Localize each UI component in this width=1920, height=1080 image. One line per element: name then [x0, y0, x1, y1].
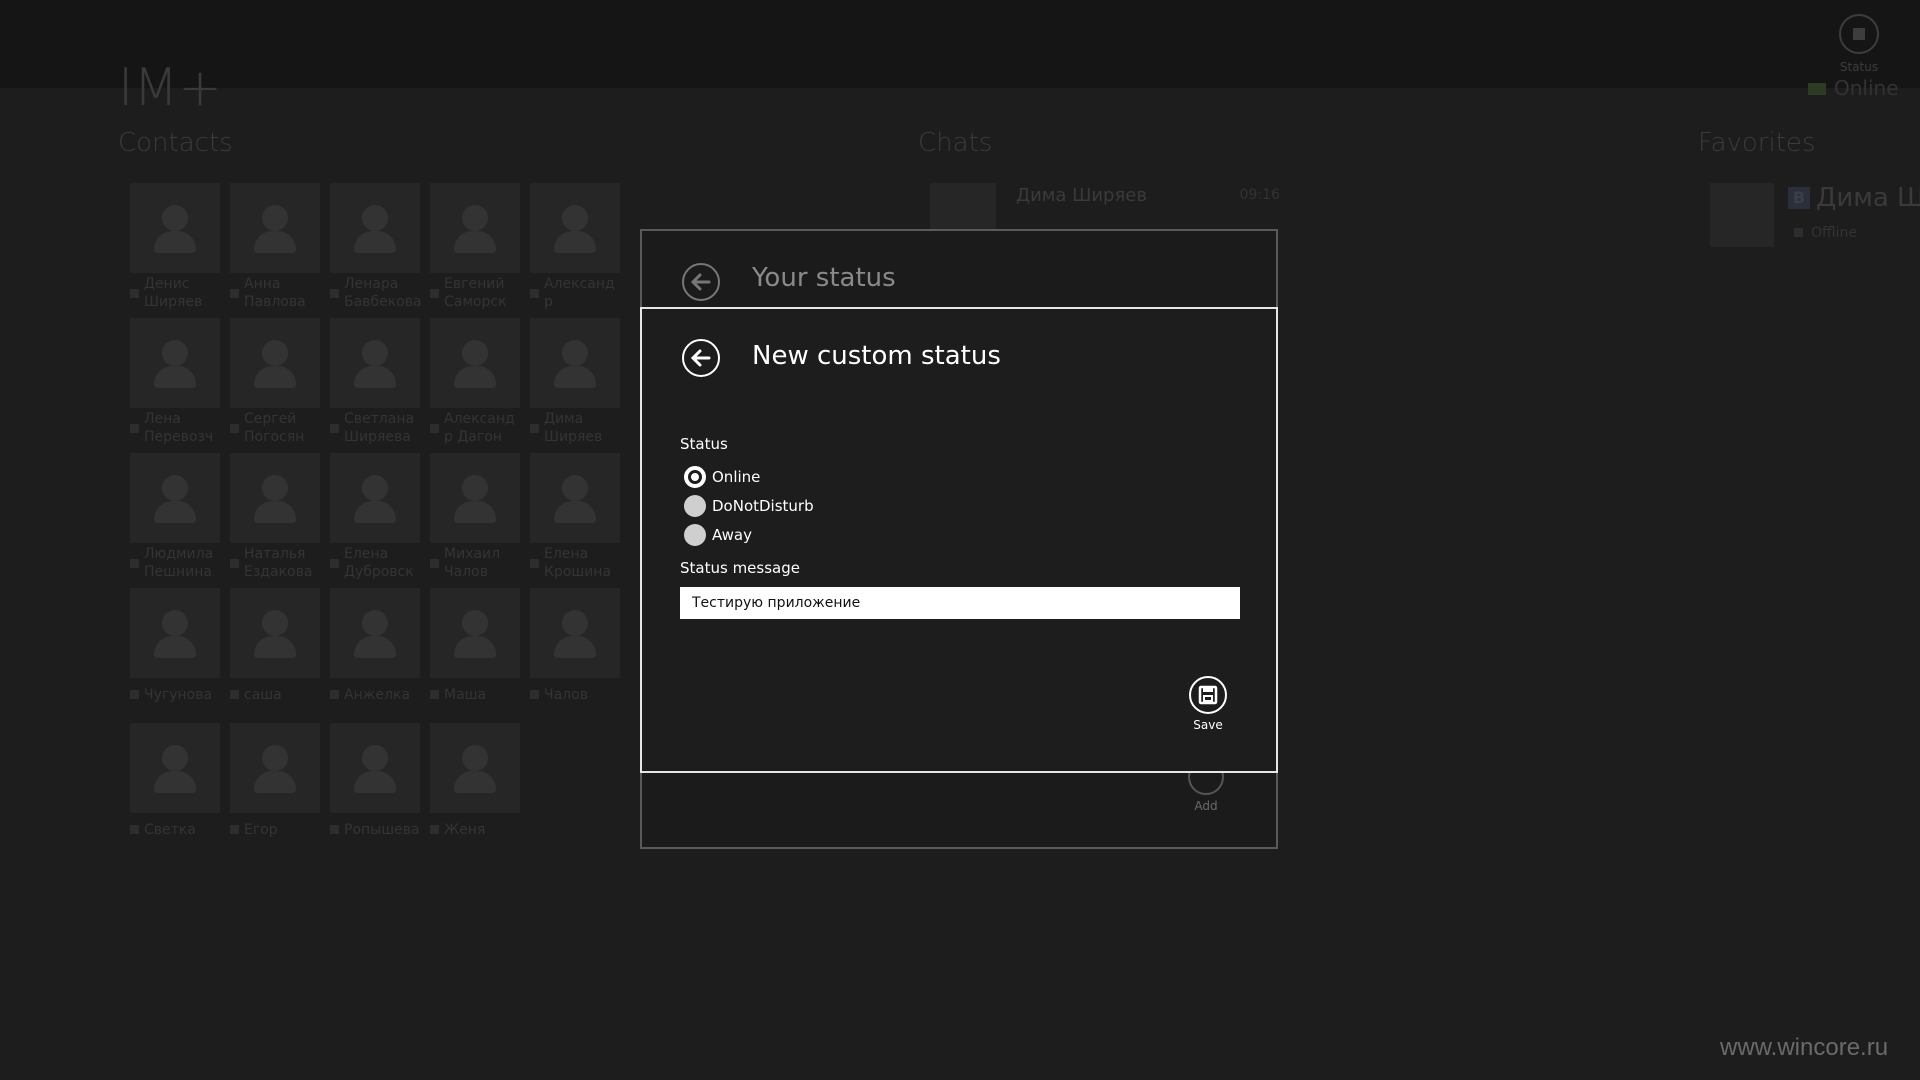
radio-selected-icon: [684, 466, 706, 488]
avatar-icon: [230, 183, 320, 273]
radio-unselected-icon: [684, 495, 706, 517]
favorite-item[interactable]: В Дима Ши Offline: [1710, 183, 1920, 253]
avatar-icon: [330, 588, 420, 678]
avatar-icon: [130, 453, 220, 543]
chat-time: 09:16: [1239, 187, 1280, 203]
favorite-status: Offline: [1794, 225, 1862, 241]
back-button[interactable]: [682, 263, 720, 301]
contact-tile[interactable]: Маша: [430, 588, 520, 703]
save-floppy-icon: [1189, 676, 1227, 714]
avatar-icon: [230, 723, 320, 813]
avatar-icon: [130, 318, 220, 408]
status-appbar-label: Status: [1839, 60, 1879, 74]
contact-tile[interactable]: Денис Ширяев: [130, 183, 220, 310]
radio-unselected-icon: [684, 524, 706, 546]
contact-tile[interactable]: Женя: [430, 723, 520, 838]
app-title: IM+: [118, 58, 222, 118]
contact-tile[interactable]: Чалов: [530, 588, 620, 703]
contact-tile[interactable]: Егор: [230, 723, 320, 838]
avatar-icon: [1710, 183, 1774, 247]
favorites-section-title: Favorites: [1698, 128, 1816, 158]
avatar-icon: [530, 453, 620, 543]
avatar-icon: [230, 588, 320, 678]
status-appbar-button[interactable]: Status: [1838, 14, 1880, 74]
avatar-icon: [130, 588, 220, 678]
contact-tile[interactable]: Михаил Чалов: [430, 453, 520, 580]
contact-tile[interactable]: Ропышева: [330, 723, 420, 838]
your-status-header: Your status: [642, 231, 1276, 309]
avatar-icon: [130, 723, 220, 813]
contact-tile[interactable]: Чугунова: [130, 588, 220, 703]
contact-tile[interactable]: Людмила Пешнина: [130, 453, 220, 580]
watermark: www.wincore.ru: [1720, 1034, 1889, 1061]
contact-tile[interactable]: Анна Павлова: [230, 183, 320, 310]
avatar-icon: [530, 183, 620, 273]
contact-tile[interactable]: Александ р: [530, 183, 620, 310]
add-label: Add: [1194, 799, 1218, 813]
avatar-icon: [330, 723, 420, 813]
vk-badge-icon: В: [1788, 187, 1810, 209]
save-button[interactable]: Save: [1178, 676, 1238, 732]
favorite-name: Дима Ши: [1816, 183, 1920, 213]
your-status-title: Your status: [752, 263, 896, 293]
contact-tile[interactable]: Сергей Погосян: [230, 318, 320, 445]
avatar-icon: [530, 588, 620, 678]
contact-tile[interactable]: Дима Ширяев: [530, 318, 620, 445]
avatar-icon: [430, 183, 520, 273]
dialog-title: New custom status: [752, 341, 1001, 371]
new-custom-status-dialog: New custom status Status Online DoNotDis…: [640, 307, 1278, 773]
status-message-input[interactable]: [680, 587, 1240, 619]
contact-tile[interactable]: Лена Перевозч: [130, 318, 220, 445]
contact-tile[interactable]: Александ р Дагон: [430, 318, 520, 445]
avatar-icon: [230, 453, 320, 543]
chats-section-title: Chats: [918, 128, 993, 158]
avatar-icon: [130, 183, 220, 273]
avatar-icon: [230, 318, 320, 408]
contacts-section-title: Contacts: [118, 128, 233, 158]
contact-tile[interactable]: Светлана Ширяева: [330, 318, 420, 445]
back-button[interactable]: [682, 339, 720, 377]
contact-tile[interactable]: Елена Дубровск: [330, 453, 420, 580]
avatar-icon: [430, 453, 520, 543]
status-message-label: Status message: [680, 559, 800, 577]
avatar-icon: [330, 453, 420, 543]
back-arrow-icon: [690, 349, 711, 367]
contact-tile[interactable]: Евгений Саморск: [430, 183, 520, 310]
contact-tile[interactable]: саша: [230, 588, 320, 703]
avatar-icon: [430, 723, 520, 813]
save-label: Save: [1193, 718, 1223, 732]
avatar-icon: [330, 318, 420, 408]
avatar-icon: [430, 588, 520, 678]
back-arrow-icon: [690, 273, 711, 291]
avatar-icon: [330, 183, 420, 273]
contact-tile[interactable]: Анжелка: [330, 588, 420, 703]
top-app-bar: [0, 0, 1920, 88]
contact-tile[interactable]: Наталья Ездакова: [230, 453, 320, 580]
contact-tile[interactable]: Светка: [130, 723, 220, 838]
status-field-label: Status: [680, 435, 728, 453]
avatar-icon: [530, 318, 620, 408]
status-icon: [1839, 14, 1879, 54]
current-status-indicator: Online: [1808, 76, 1899, 100]
contact-tile[interactable]: Ленара Бавбекова: [330, 183, 422, 310]
avatar-icon: [430, 318, 520, 408]
contact-tile[interactable]: Елена Крошина: [530, 453, 620, 580]
status-dot-icon: [1808, 83, 1826, 95]
chat-contact-name: Дима Ширяев: [1016, 185, 1147, 206]
